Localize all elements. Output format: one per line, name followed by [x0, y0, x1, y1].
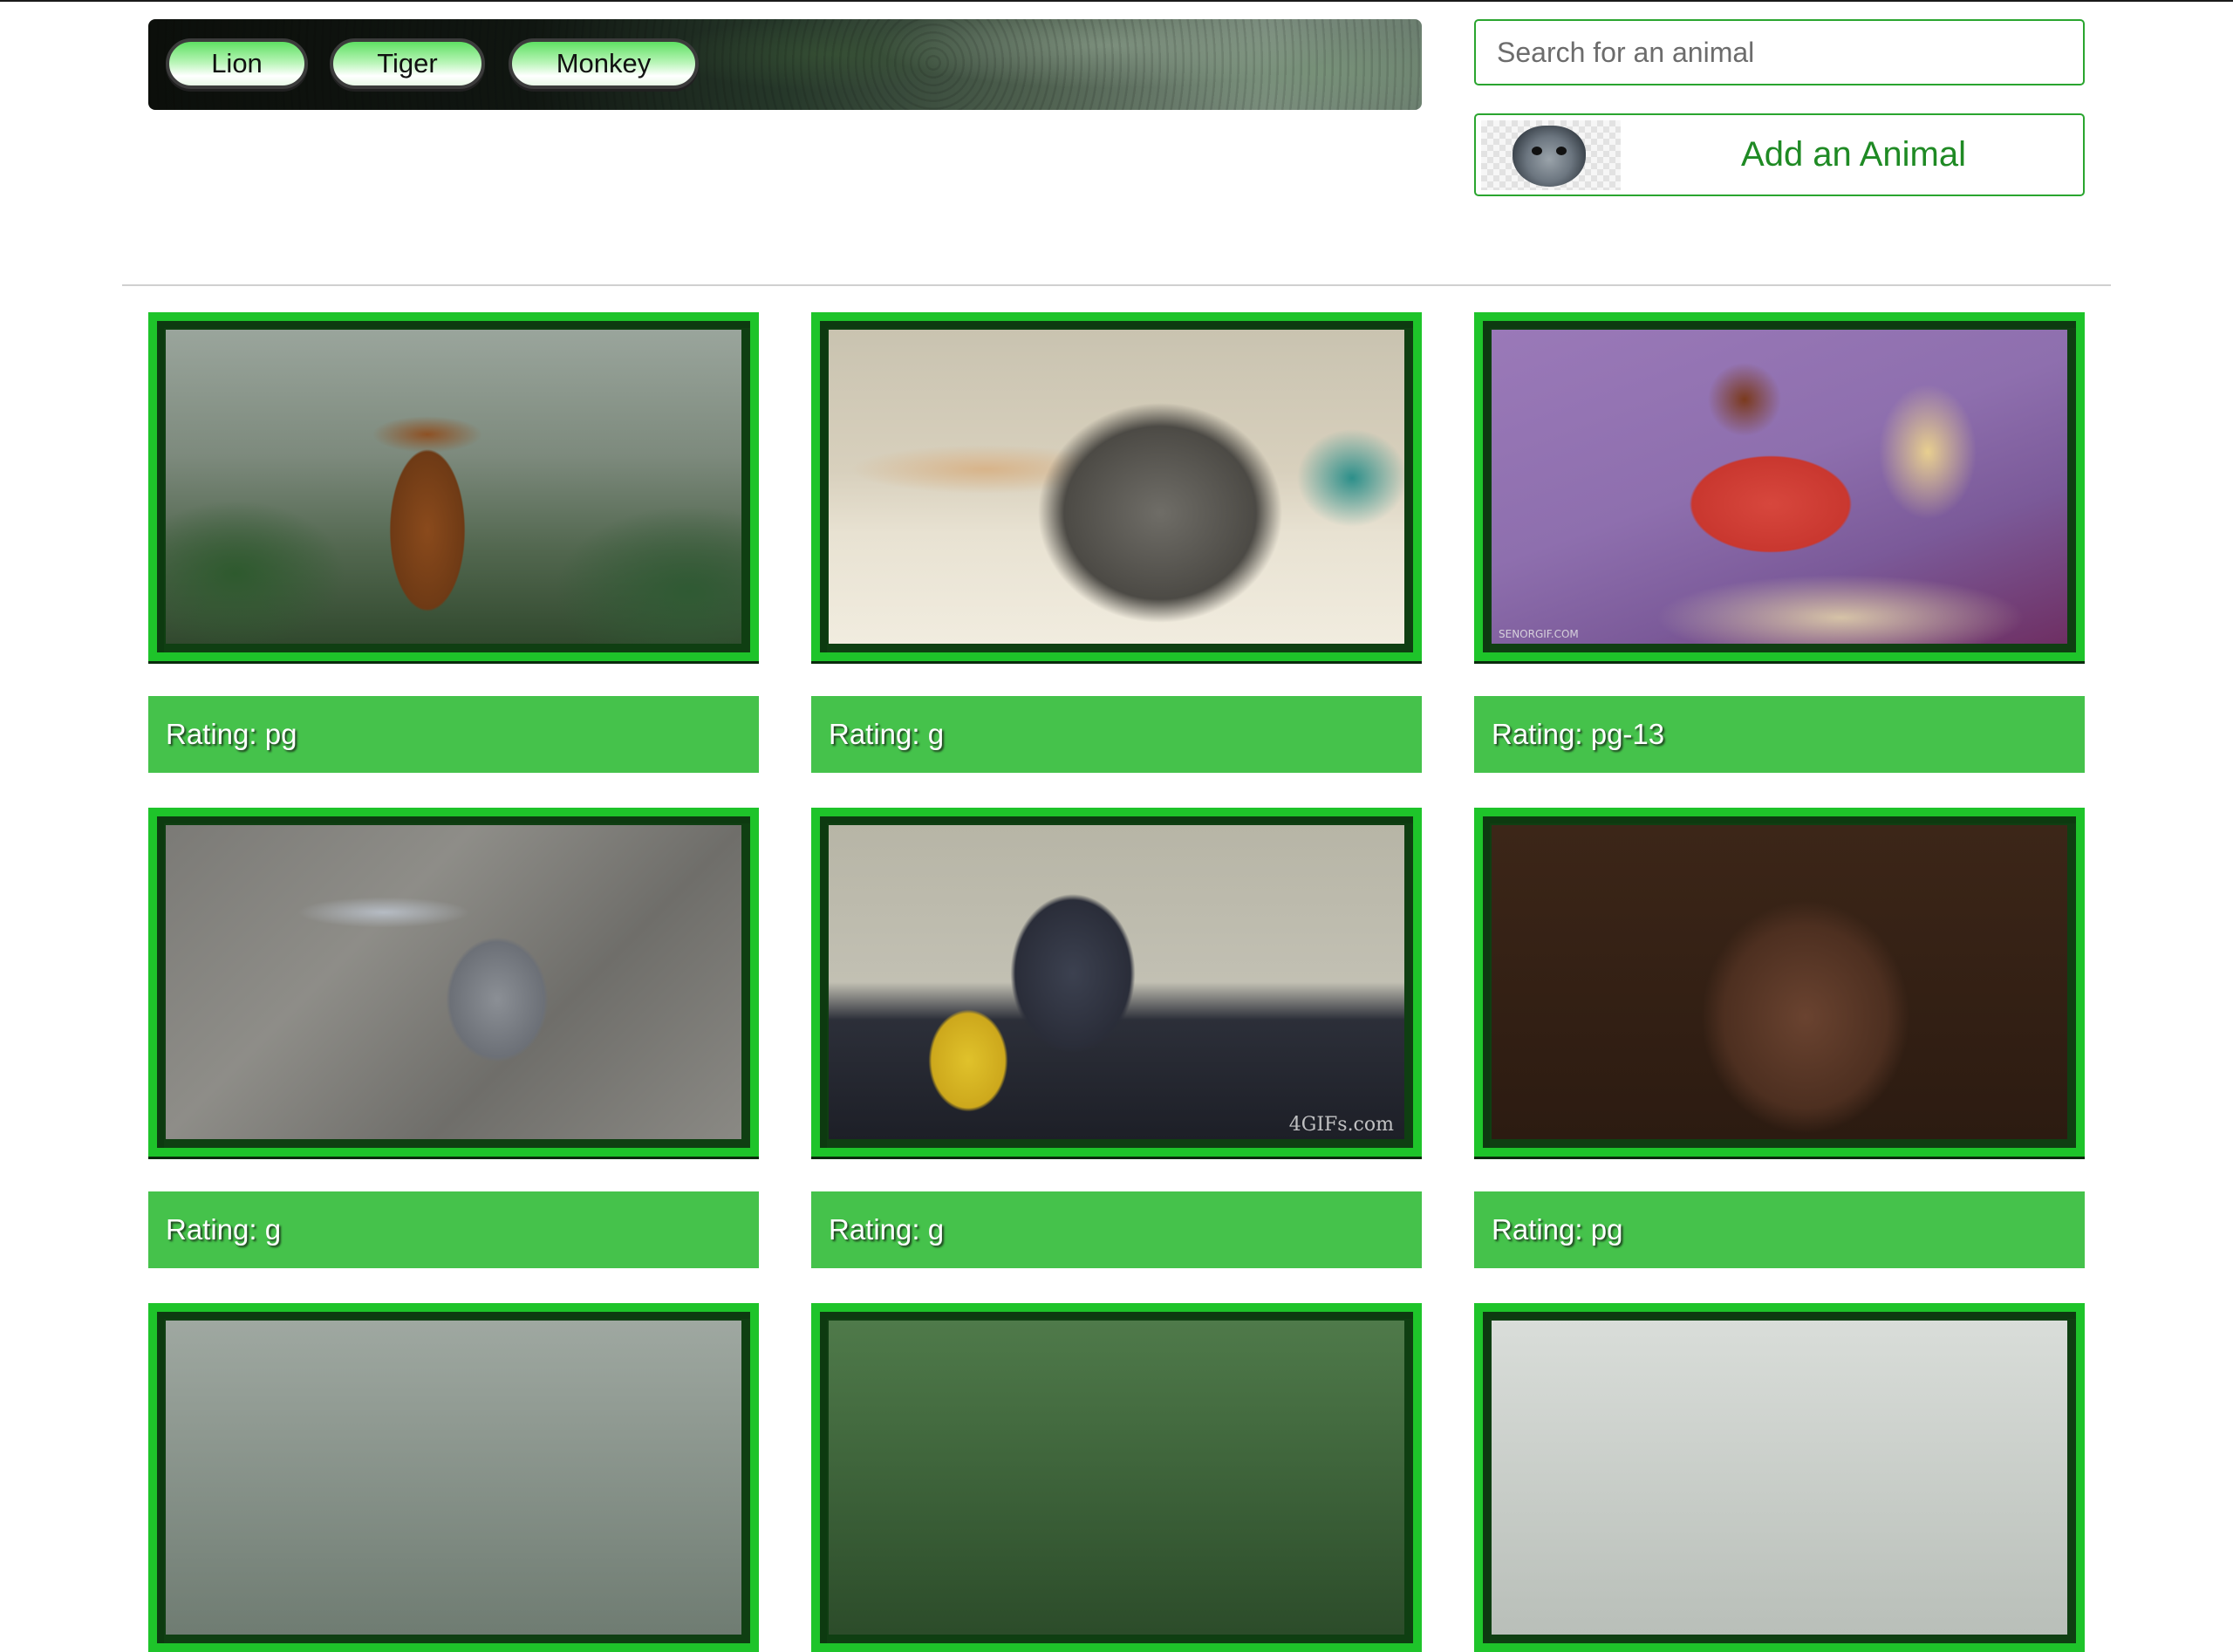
wolf-icon — [1513, 126, 1586, 187]
top-border — [0, 0, 2233, 2]
gif-card-2[interactable] — [811, 312, 1422, 661]
animal-button-monkey[interactable]: Monkey — [509, 38, 699, 89]
gif-image — [1492, 1321, 2067, 1635]
gif-image: SENORGIF.COM — [1492, 330, 2067, 644]
rating-label: Rating: pg — [148, 696, 759, 773]
wolf-thumbnail-icon — [1481, 120, 1621, 190]
gif-card-4[interactable] — [148, 808, 759, 1157]
rating-label: Rating: g — [148, 1191, 759, 1268]
gif-card-9[interactable] — [1474, 1303, 2085, 1652]
gif-card-6[interactable] — [1474, 808, 2085, 1157]
add-animal-button[interactable]: Add an Animal — [1474, 113, 2085, 196]
add-animal-label: Add an Animal — [1741, 135, 1966, 174]
rating-label: Rating: pg-13 — [1474, 696, 2085, 773]
rating-label: Rating: g — [811, 696, 1422, 773]
rating-label: Rating: g — [811, 1191, 1422, 1268]
gif-card-1[interactable] — [148, 312, 759, 661]
search-input[interactable] — [1474, 19, 2085, 85]
gif-watermark: SENORGIF.COM — [1499, 628, 1579, 640]
gif-card-7[interactable] — [148, 1303, 759, 1652]
divider — [122, 284, 2111, 286]
gif-image — [829, 330, 1404, 644]
gif-watermark: 4GIFs.com — [1288, 1114, 1394, 1136]
animal-button-lion[interactable]: Lion — [166, 38, 308, 89]
gif-image — [166, 825, 741, 1139]
gif-image — [1492, 825, 2067, 1139]
gif-card-8[interactable] — [811, 1303, 1422, 1652]
gif-image — [829, 1321, 1404, 1635]
gif-image — [166, 330, 741, 644]
gif-image — [166, 1321, 741, 1635]
gif-card-3[interactable]: SENORGIF.COM — [1474, 312, 2085, 661]
animal-buttons-banner: Lion Tiger Monkey — [148, 19, 1422, 110]
animal-button-tiger[interactable]: Tiger — [330, 38, 485, 89]
gif-card-5[interactable]: 4GIFs.com — [811, 808, 1422, 1157]
gif-image: 4GIFs.com — [829, 825, 1404, 1139]
rating-label: Rating: pg — [1474, 1191, 2085, 1268]
